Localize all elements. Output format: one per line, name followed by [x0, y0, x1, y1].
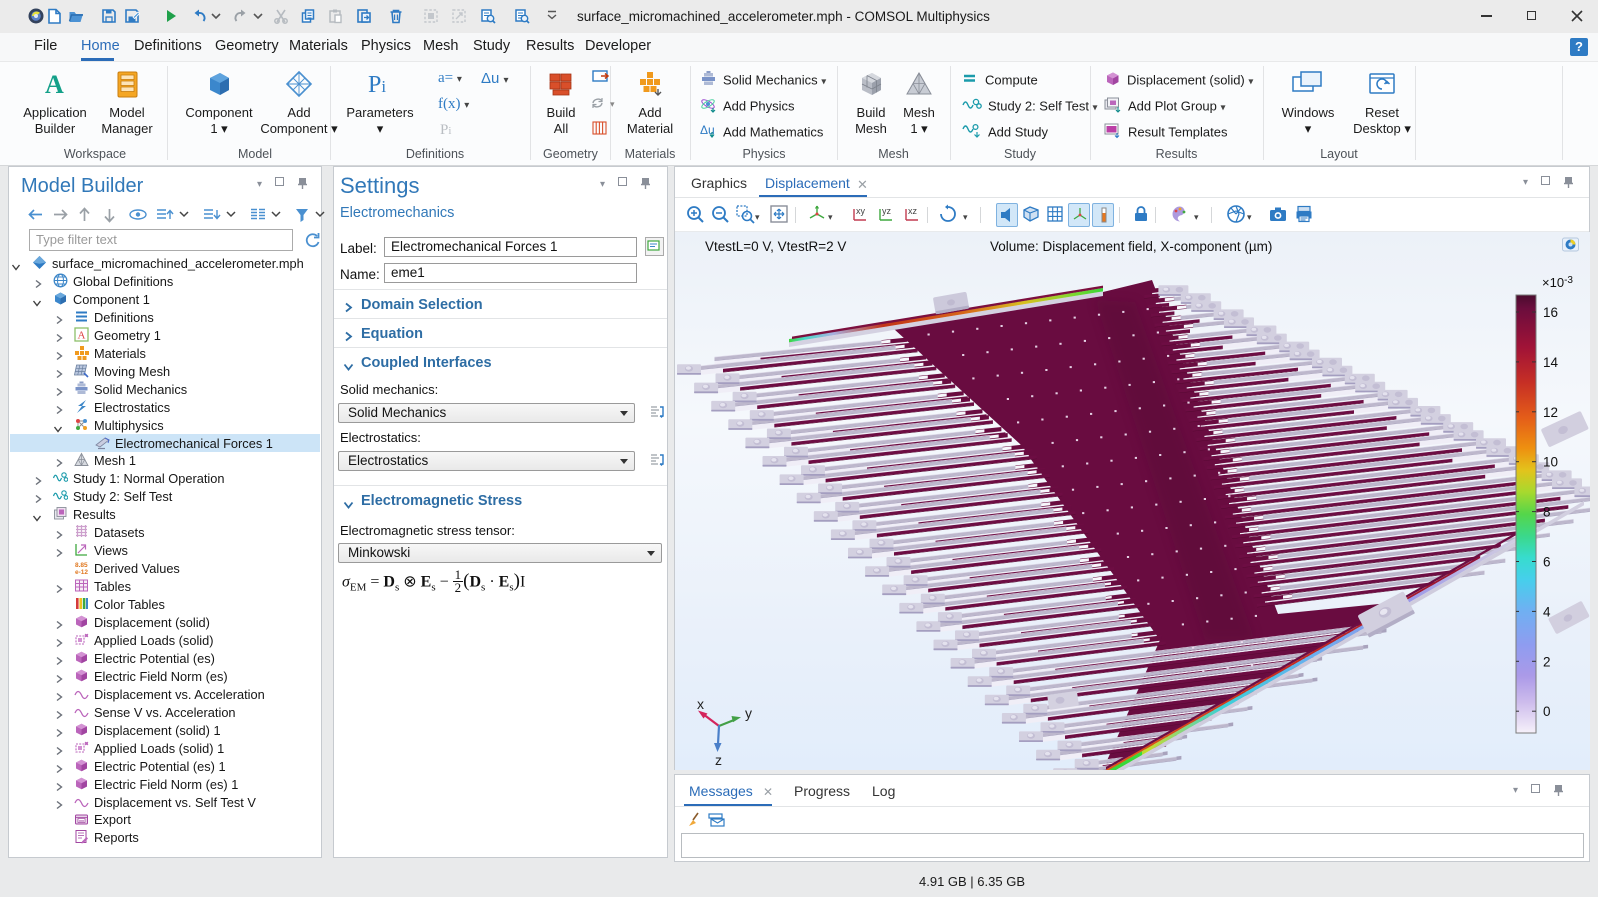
svg-text:8: 8	[1543, 505, 1551, 520]
svg-text:16: 16	[1543, 305, 1558, 320]
svg-text:x: x	[697, 696, 704, 712]
svg-text:Pi: Pi	[368, 72, 386, 98]
svg-text:0: 0	[1543, 704, 1551, 719]
svg-text:14: 14	[1543, 355, 1559, 370]
svg-text:A: A	[78, 329, 86, 341]
svg-text:xz: xz	[908, 206, 918, 216]
svg-text:y: y	[745, 705, 752, 721]
svg-text:A: A	[45, 70, 64, 99]
svg-text:xy: xy	[856, 206, 866, 216]
svg-text:8.85: 8.85	[75, 562, 88, 569]
svg-text:e-12: e-12	[75, 569, 88, 575]
svg-text:4: 4	[1543, 604, 1551, 619]
svg-text:12: 12	[1543, 405, 1558, 420]
svg-text:yz: yz	[882, 206, 892, 216]
svg-text:2: 2	[1543, 654, 1551, 669]
svg-text:z: z	[715, 752, 722, 768]
svg-text:6: 6	[1543, 555, 1551, 570]
svg-text:10: 10	[1543, 455, 1558, 470]
